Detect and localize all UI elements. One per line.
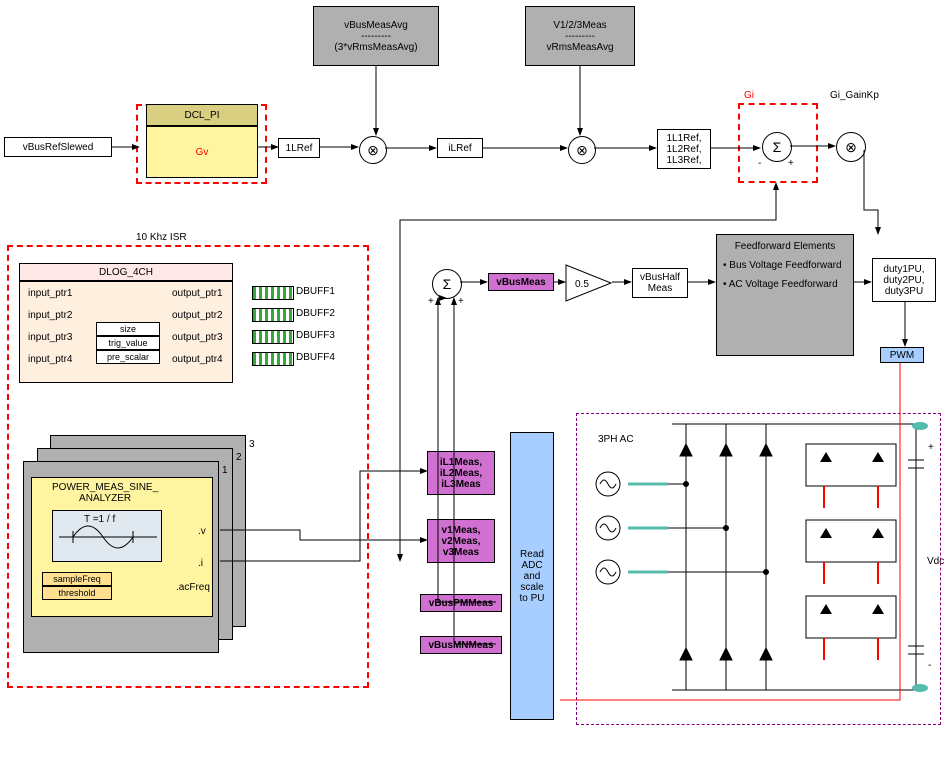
wires-icon xyxy=(0,0,952,761)
